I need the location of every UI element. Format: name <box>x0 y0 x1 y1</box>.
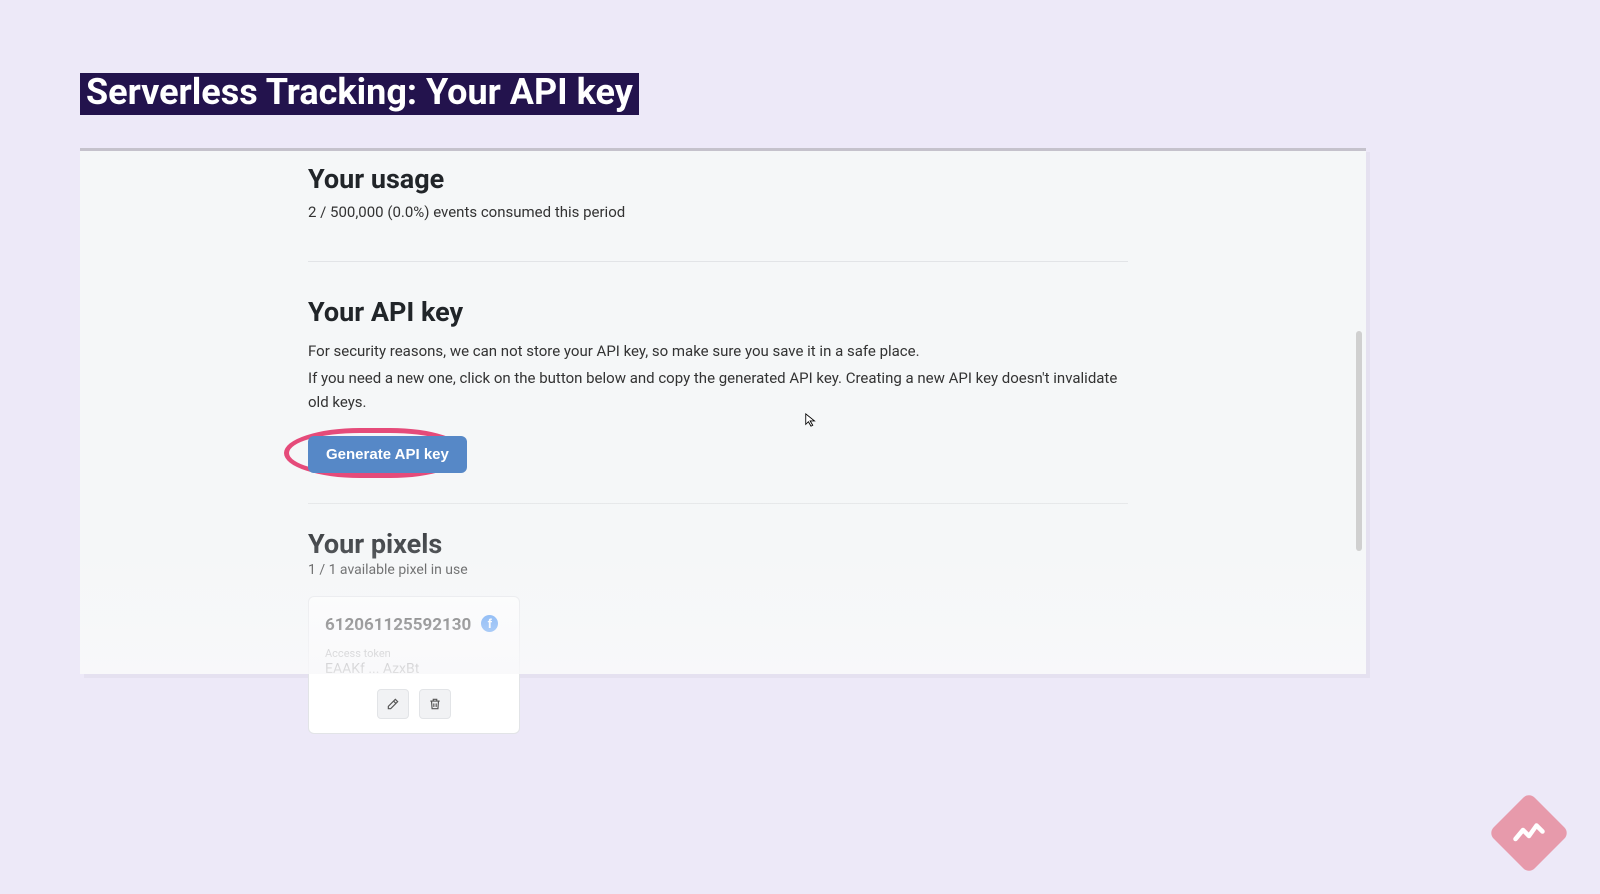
usage-heading: Your usage <box>308 163 1128 195</box>
slide-title: Serverless Tracking: Your API key <box>80 73 639 115</box>
screenshot-panel: Your usage 2 / 500,000 (0.0%) events con… <box>80 148 1366 674</box>
facebook-icon: f <box>481 615 498 632</box>
usage-line: 2 / 500,000 (0.0%) events consumed this … <box>308 203 1128 221</box>
cursor-icon <box>804 413 818 431</box>
pixel-card: 612061125592130 f Access token EAAKf ...… <box>308 596 520 734</box>
edit-pixel-button[interactable] <box>377 689 409 719</box>
generate-api-key-highlight: Generate API key <box>308 436 467 473</box>
api-key-heading: Your API key <box>308 296 1128 328</box>
pixel-id: 612061125592130 <box>325 615 471 635</box>
trash-icon <box>428 697 442 711</box>
api-key-description: For security reasons, we can not store y… <box>308 340 1128 414</box>
api-key-desc-line-1: For security reasons, we can not store y… <box>308 340 1128 363</box>
brand-logo <box>1488 792 1570 874</box>
pixels-heading: Your pixels <box>308 528 1128 560</box>
brand-logo-icon <box>1511 815 1547 851</box>
generate-api-key-button[interactable]: Generate API key <box>308 436 467 473</box>
divider <box>308 503 1128 504</box>
delete-pixel-button[interactable] <box>419 689 451 719</box>
divider <box>308 261 1128 262</box>
access-token-value: EAAKf ... AzxBt <box>325 661 503 677</box>
scrollbar[interactable] <box>1356 331 1362 551</box>
content: Your usage 2 / 500,000 (0.0%) events con… <box>308 159 1128 734</box>
edit-icon <box>386 697 400 711</box>
pixel-card-actions <box>325 689 503 719</box>
access-token-label: Access token <box>325 647 503 660</box>
api-key-desc-line-2: If you need a new one, click on the butt… <box>308 367 1128 414</box>
pixels-subline: 1 / 1 available pixel in use <box>308 562 1128 578</box>
